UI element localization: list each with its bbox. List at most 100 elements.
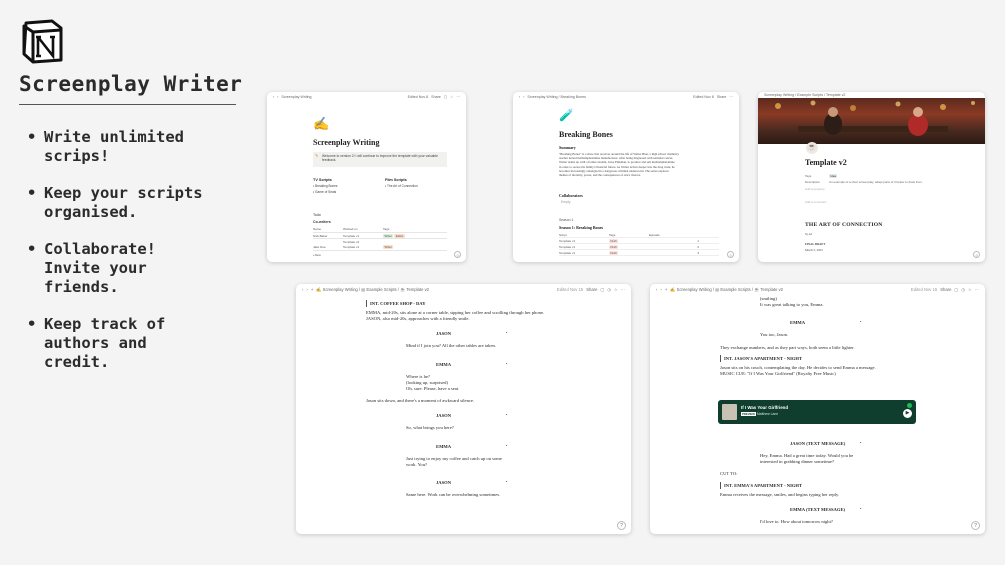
todo-link[interactable]: Todo xyxy=(313,213,321,217)
draft-status: FINAL DRAFT xyxy=(805,242,826,246)
clock-icon[interactable]: ◷ xyxy=(961,287,965,292)
scene-heading: INT. JASON'S APARTMENT - NIGHT xyxy=(719,354,803,362)
comment-icon[interactable]: ▢ xyxy=(444,95,447,99)
dialogue-line: You too, Jason. xyxy=(760,332,789,338)
breadcrumb[interactable]: ✍ Screenplay Writing / ▤ Example Scripts… xyxy=(316,287,429,293)
new-row-button[interactable]: + New xyxy=(313,251,447,258)
property-description[interactable]: Description An example of a short screenp… xyxy=(805,180,965,184)
add-property-button[interactable]: Add a property xyxy=(805,187,965,191)
edited-label: Edited Nov 8 xyxy=(407,95,429,99)
song-artist: PREVIEW Matthew Lane xyxy=(741,412,779,416)
help-icon[interactable]: ? xyxy=(617,521,626,530)
back-icon[interactable]: ‹ xyxy=(519,95,520,99)
more-icon[interactable]: ⋯ xyxy=(729,95,733,99)
action-line: Jason sits on his couch, contemplating t… xyxy=(720,364,876,370)
screenplay-title: THE ART OF CONNECTION xyxy=(805,222,883,228)
more-icon[interactable]: ⋯ xyxy=(621,287,625,292)
back-icon[interactable]: ‹ xyxy=(302,287,303,292)
tv-item[interactable]: ▪ Game of Seats xyxy=(313,190,336,194)
script-window-coffee-shop[interactable]: ‹ › + ✍ Screenplay Writing / ▤ Example S… xyxy=(296,284,631,534)
dialogue-line: Mind if I join you? All the other tables… xyxy=(406,343,496,349)
cue-marker-icon: • xyxy=(506,479,508,484)
dialogue-line: interested in grabbing dinner sometime? xyxy=(760,459,834,465)
breadcrumb[interactable]: ✍ Screenplay Writing / ▤ Example Scripts… xyxy=(670,287,783,293)
more-icon[interactable]: ⋯ xyxy=(975,287,979,292)
page-title: Template v2 xyxy=(805,158,847,167)
share-button[interactable]: Share xyxy=(717,95,727,99)
share-button[interactable]: Share xyxy=(431,95,441,99)
breadcrumb[interactable]: Screenplay Writing / Breaking Bones xyxy=(527,95,585,99)
summary-heading: Summary xyxy=(559,145,576,150)
breadcrumb[interactable]: Screenplay Writing xyxy=(281,95,311,99)
star-icon[interactable]: ☆ xyxy=(968,287,972,292)
character-cue: EMMA xyxy=(436,361,452,367)
back-icon[interactable]: ‹ xyxy=(656,287,657,292)
character-cue: EMMA xyxy=(790,320,806,326)
cue-marker-icon: • xyxy=(860,319,862,325)
cue-marker-icon: • xyxy=(860,505,862,511)
help-icon[interactable]: ? xyxy=(454,251,461,258)
breadcrumb[interactable]: Screenplay Writing / Example Scripts / T… xyxy=(764,93,845,97)
action-line: They exchange numbers, and as they part … xyxy=(720,344,855,350)
clock-icon[interactable]: ◷ xyxy=(607,287,611,292)
forward-icon[interactable]: › xyxy=(277,95,278,99)
scene-heading: INT. COFFEE SHOP - DAY xyxy=(366,300,426,307)
dialogue-line: So, what brings you here? xyxy=(406,425,454,431)
share-button[interactable]: Share xyxy=(940,287,951,292)
help-icon[interactable]: ? xyxy=(727,251,734,258)
table-row[interactable]: Jake Doe Template v1 Writer xyxy=(313,244,447,251)
album-cover xyxy=(722,404,737,420)
season-heading: Season 1: Breaking Bones xyxy=(559,225,604,230)
welcome-callout: Welcome to version 2! I will continue to… xyxy=(313,152,447,167)
notion-logo-icon xyxy=(22,19,63,64)
dialogue-line: Oh, sure. Please, have a seat. xyxy=(406,386,460,391)
collaborators-heading: Collaborators xyxy=(559,193,583,198)
music-embed[interactable]: If I Was Your Girlfriend PREVIEW Matthew… xyxy=(718,400,916,424)
feature-item: Write unlimitedscrips! xyxy=(27,128,247,166)
comment-icon[interactable]: ▢ xyxy=(954,287,958,292)
character-cue: JASON xyxy=(436,331,452,337)
forward-icon[interactable]: › xyxy=(523,95,524,99)
comment-icon[interactable]: ▢ xyxy=(600,287,604,292)
character-cue: EMMA xyxy=(436,443,452,449)
dialogue-line: work. You? xyxy=(406,461,428,467)
star-icon[interactable]: ☆ xyxy=(614,287,618,292)
help-icon[interactable]: ? xyxy=(971,521,980,530)
character-cue: EMMA (TEXT MESSAGE) xyxy=(790,506,846,512)
play-button-icon[interactable]: ▶ xyxy=(903,409,912,418)
window-toolbar: ‹ › Screenplay Writing Edited Nov 8 Shar… xyxy=(267,92,466,102)
byline: by AI xyxy=(805,232,812,236)
dialogue-line: Same here. Work can be overwhelming some… xyxy=(406,492,501,497)
edited-label: Edited Nov 8 xyxy=(693,95,714,99)
cowriters-heading: Co-writers xyxy=(313,220,331,224)
summary-text: "Breaking Bones" is a show that revolves… xyxy=(559,152,680,178)
forward-icon[interactable]: › xyxy=(306,287,307,292)
comment-field[interactable]: Add a comment... xyxy=(805,200,965,204)
table-row[interactable]: Template v1 Draft 3 xyxy=(559,250,719,256)
breaking-bones-window[interactable]: ‹ › Screenplay Writing / Breaking Bones … xyxy=(513,92,739,262)
feature-list: Write unlimitedscrips! Keep your scriptso… xyxy=(27,128,247,390)
scene-heading: INT. EMMA'S APARTMENT - NIGHT xyxy=(719,481,803,489)
dialogue-line: Just trying to enjoy my coffee and catch… xyxy=(406,455,502,461)
character-cue: JASON xyxy=(436,480,452,485)
share-button[interactable]: Share xyxy=(586,287,597,292)
page-icon: ✍ xyxy=(313,116,330,131)
cue-marker-icon: • xyxy=(506,412,508,418)
help-icon[interactable]: ? xyxy=(973,251,980,258)
window-toolbar: ‹ › + ✍ Screenplay Writing / ▤ Example S… xyxy=(296,284,631,295)
tv-item[interactable]: ▪ Breaking Bones xyxy=(313,184,338,188)
screenplay-writing-window[interactable]: ‹ › Screenplay Writing Edited Nov 8 Shar… xyxy=(267,92,466,262)
add-icon[interactable]: + xyxy=(311,287,313,292)
back-icon[interactable]: ‹ xyxy=(273,95,274,99)
property-tags[interactable]: Tags Idea xyxy=(805,174,965,178)
more-icon[interactable]: ⋯ xyxy=(456,95,460,99)
table-header: Name Worked on Tags xyxy=(313,226,447,233)
page-title: Screenplay Writing xyxy=(313,138,380,147)
star-icon[interactable]: ☆ xyxy=(450,95,453,99)
template-v2-window[interactable]: Screenplay Writing / Example Scripts / T… xyxy=(758,92,985,262)
add-icon[interactable]: + xyxy=(665,287,667,292)
forward-icon[interactable]: › xyxy=(660,287,661,292)
season-view-tab[interactable]: Season 1 xyxy=(559,218,573,222)
title-divider xyxy=(19,104,236,105)
film-item[interactable]: ▪ The Art of Connection xyxy=(385,184,418,188)
